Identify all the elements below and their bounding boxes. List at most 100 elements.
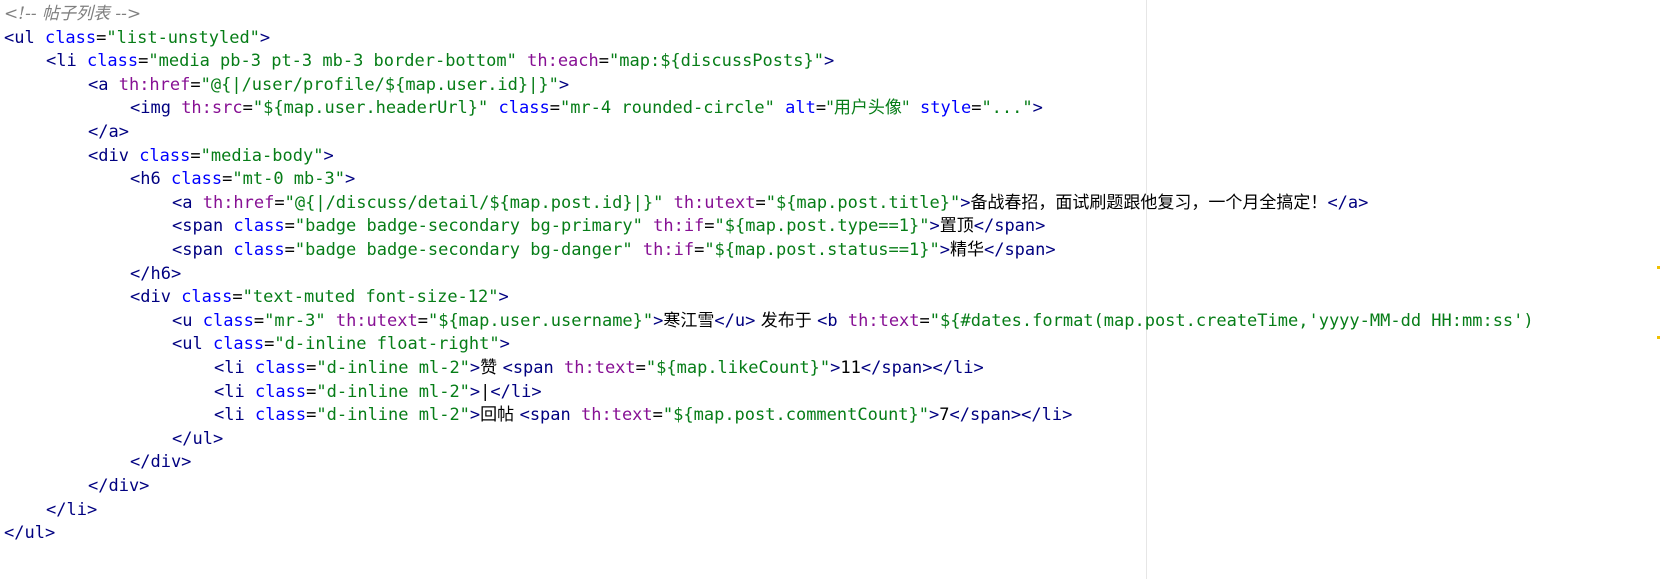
code-token-th: th:src <box>181 98 243 119</box>
code-token-attr: class <box>44 27 97 48</box>
code-token-tag: </h6> <box>130 263 182 284</box>
code-token-tag: > <box>469 381 481 402</box>
code-line[interactable]: </div> <box>88 474 149 499</box>
code-token-str: "${map.user.headerUrl}" <box>252 98 489 119</box>
code-token-tag: > <box>830 358 841 378</box>
code-token-txt: = <box>635 358 646 378</box>
code-line[interactable]: <div class="media-body"> <box>88 144 334 169</box>
code-token-txt: | <box>480 381 491 402</box>
code-token-attr: class <box>181 287 233 308</box>
code-token-attr: class <box>139 145 191 166</box>
code-line[interactable]: </ul> <box>4 521 55 546</box>
code-token-txt: = <box>306 405 317 426</box>
code-line[interactable]: <u class="mr-3" th:utext="${map.user.use… <box>172 309 1534 334</box>
code-token-txt: 寒江雪 <box>663 310 715 331</box>
code-token-str: "map:${discussPosts}" <box>609 51 824 72</box>
code-token-tag: > <box>939 240 950 260</box>
code-token-txt: = <box>264 334 275 355</box>
code-line[interactable]: <span class="badge badge-secondary bg-pr… <box>172 214 1045 239</box>
code-line[interactable]: <span class="badge badge-secondary bg-da… <box>172 238 1056 263</box>
code-token-txt: 赞 <box>480 358 503 378</box>
code-token-txt: = <box>253 310 265 331</box>
code-line[interactable]: <img th:src="${map.user.headerUrl}" clas… <box>130 96 1043 121</box>
code-line[interactable]: <a th:href="@{|/discuss/detail/${map.pos… <box>172 191 1368 216</box>
code-token-th: th:utext <box>673 192 756 213</box>
code-token-str: "mr-3" <box>264 310 326 331</box>
code-token-tag: > <box>469 405 481 426</box>
code-token-txt: 7 <box>939 405 950 426</box>
code-token-str: "${map.post.type==1}" <box>714 216 930 237</box>
code-line[interactable]: <li class="media pb-3 pt-3 mb-3 border-b… <box>46 49 834 74</box>
code-token-tag: <ul <box>4 27 45 48</box>
code-token-txt: = <box>694 240 705 260</box>
code-token-th: th:text <box>847 310 920 331</box>
code-token-str: "${map.post.commentCount}" <box>662 405 930 426</box>
code-token-th: th:each <box>527 51 599 72</box>
code-token-attr: alt <box>785 98 816 119</box>
code-token-tag: <li <box>214 405 255 426</box>
code-token-tag: <u <box>172 310 203 331</box>
code-token-tag: </div> <box>88 476 150 496</box>
right-margin-guide <box>1146 0 1147 579</box>
code-token-th: th:text <box>581 405 653 426</box>
code-token-tag: </ul> <box>172 428 224 449</box>
code-token-str: "media-body" <box>200 145 324 166</box>
code-token-str: "d-inline ml-2" <box>316 381 470 402</box>
code-token-attr: class <box>202 310 254 331</box>
code-token-tag: <span <box>172 240 234 260</box>
code-token-tag: <a <box>172 192 203 213</box>
code-line[interactable]: <ul class="d-inline float-right"> <box>172 332 510 357</box>
code-token-attr: class <box>86 51 139 72</box>
code-token-txt: = <box>222 169 233 190</box>
code-token-tag: > <box>499 334 510 355</box>
code-editor[interactable]: <!-- 帖子列表 --> <ul class="list-unstyled"> <… <box>0 0 1660 579</box>
code-token-str: "${map.likeCount}" <box>645 358 831 378</box>
code-line[interactable]: <!-- 帖子列表 --> <box>4 2 141 27</box>
code-line[interactable]: <li class="d-inline ml-2">赞 <span th:tex… <box>214 356 984 381</box>
code-token-tag: <b <box>817 310 848 331</box>
code-line[interactable]: </a> <box>88 120 129 145</box>
code-token-tag: > <box>1032 98 1043 119</box>
code-token-tag: </u> <box>714 310 756 331</box>
code-token-tag: > <box>929 216 940 237</box>
code-token-tag: </div> <box>130 452 192 473</box>
code-token-txt: 备战春招，面试刷题跟他复习，一个月全搞定！ <box>970 192 1328 213</box>
code-token-th: th:if <box>653 216 705 237</box>
code-token-attr: style <box>920 98 972 119</box>
code-token-txt: = <box>306 381 317 402</box>
code-token-th: th:utext <box>335 310 418 331</box>
code-token-txt: = <box>284 216 295 237</box>
code-token-attr: class <box>233 216 285 237</box>
code-token-tag: <img <box>130 98 182 119</box>
code-token-th: th:text <box>564 358 636 378</box>
code-token-tag: <li <box>214 381 255 402</box>
code-token-str: "${map.user.username}" <box>427 310 654 331</box>
code-token-str: "${#dates.format(map.post.createTime,'yy… <box>929 310 1534 331</box>
code-token-tag: </li> <box>490 381 542 402</box>
code-token-tag: </a> <box>88 122 129 142</box>
code-line[interactable]: <li class="d-inline ml-2">回帖 <span th:te… <box>214 403 1072 428</box>
code-line[interactable]: <h6 class="mt-0 mb-3"> <box>130 167 355 192</box>
code-token-txt: 回帖 <box>480 405 520 426</box>
code-token-txt: = <box>242 98 253 119</box>
code-token-tag: <a <box>88 74 119 95</box>
code-line[interactable]: <ul class="list-unstyled"> <box>4 26 270 51</box>
code-line[interactable]: </div> <box>130 450 191 475</box>
code-line[interactable]: </h6> <box>130 262 181 287</box>
code-line[interactable]: </li> <box>46 498 97 523</box>
code-token-attr: class <box>254 358 307 378</box>
code-token-txt: = <box>919 310 930 331</box>
code-line[interactable]: <li class="d-inline ml-2">|</li> <box>214 380 542 405</box>
code-token-tag: </span> <box>983 240 1056 260</box>
code-line[interactable]: <a th:href="@{|/user/profile/${map.user.… <box>88 73 569 98</box>
code-token-txt: = <box>598 51 610 72</box>
code-line[interactable]: <div class="text-muted font-size-12"> <box>130 285 509 310</box>
code-token-th: th:href <box>202 192 275 213</box>
code-token-str: "mr-4 rounded-circle" <box>559 98 775 119</box>
code-line[interactable]: </ul> <box>172 427 223 452</box>
code-token-tag: > <box>323 145 334 166</box>
